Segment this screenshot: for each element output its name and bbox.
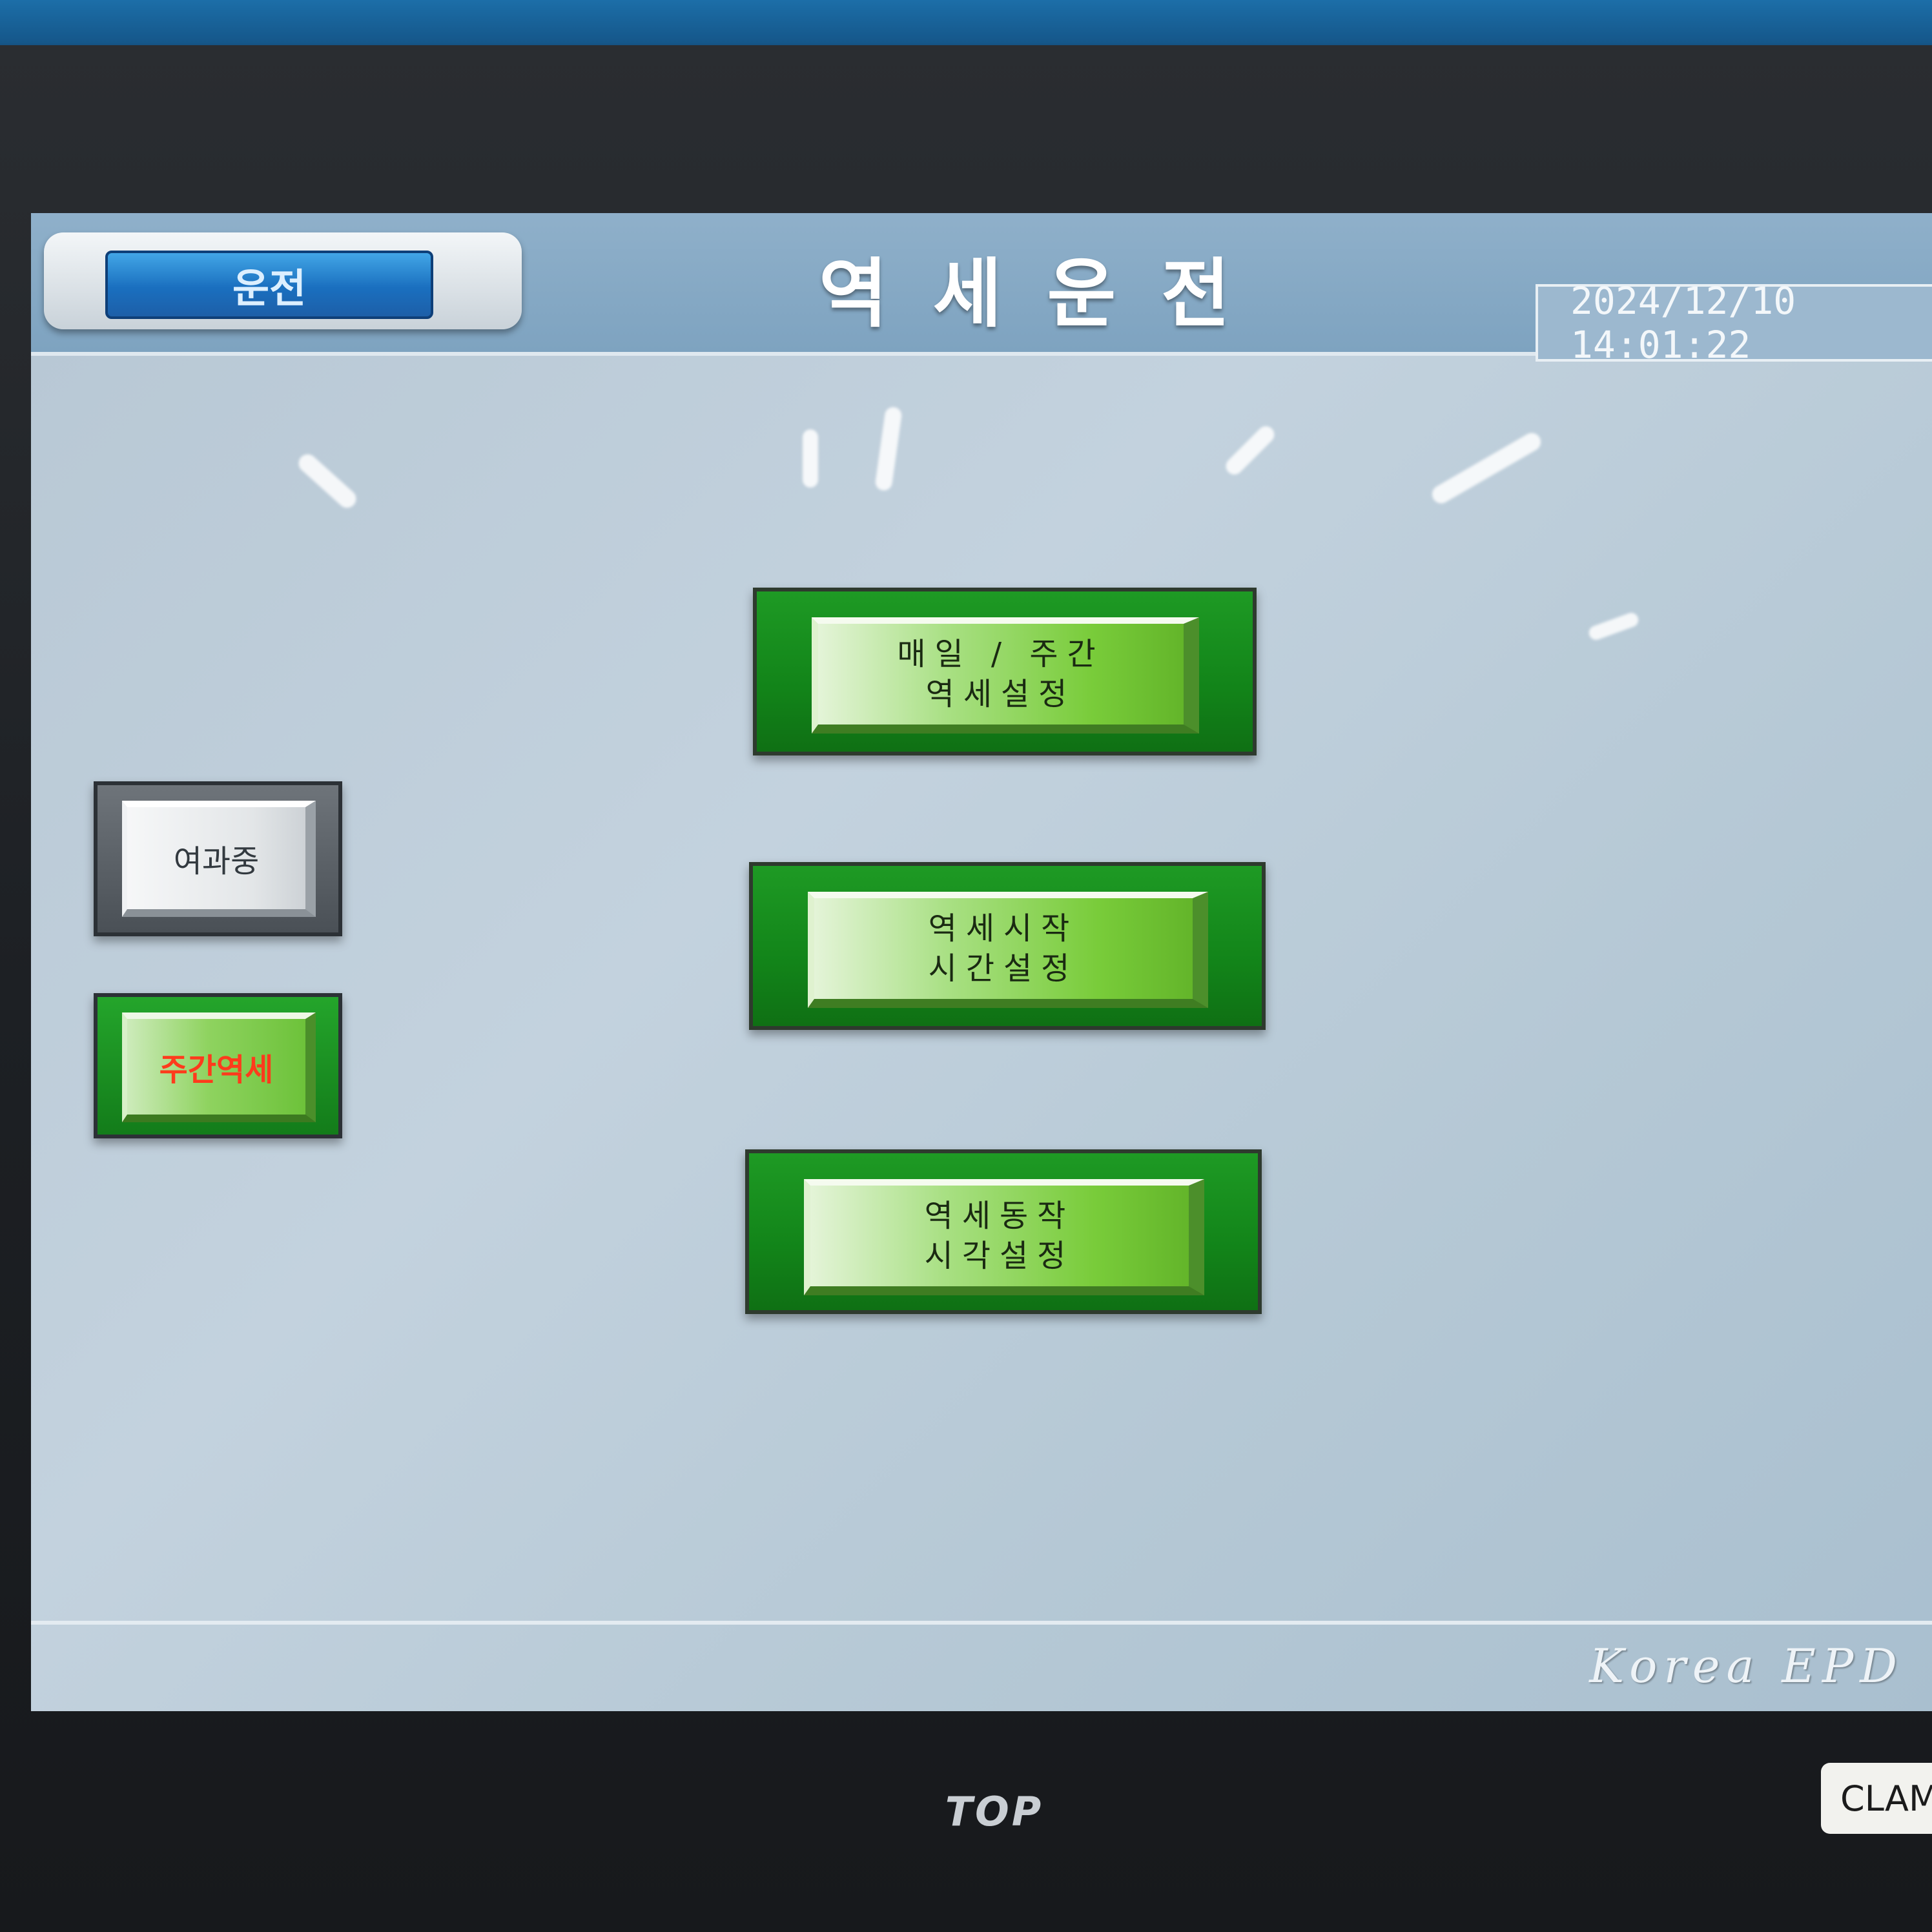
backwash-action-time-setting-face: 역세동작 시각설정 xyxy=(804,1179,1204,1295)
mode-button-frame: 운전 xyxy=(44,232,522,329)
monitor-brand-logo: TOP xyxy=(945,1787,1044,1835)
button-label-line1: 역세동작 xyxy=(924,1198,1075,1234)
datetime-display: 2024/12/10 14:01:22 xyxy=(1536,279,1932,367)
glare-reflection xyxy=(803,429,818,488)
backwash-start-time-setting-button[interactable]: 역세시작 시간설정 xyxy=(749,862,1266,1030)
button-label-line2: 시간설정 xyxy=(928,951,1079,987)
glare-reflection xyxy=(294,450,360,512)
glare-reflection xyxy=(1587,610,1641,642)
header-bar: 운전 역세운전 2024/12/10 14:01:22 xyxy=(31,213,1932,367)
daily-weekly-backwash-setting-button[interactable]: 매일 / 주간 역세설정 xyxy=(753,588,1257,755)
daily-weekly-backwash-setting-face: 매일 / 주간 역세설정 xyxy=(812,617,1199,734)
button-label-line1: 매일 / 주간 xyxy=(897,636,1105,672)
hmi-screen: 운전 역세운전 2024/12/10 14:01:22 매일 / 주간 역세설정… xyxy=(31,213,1932,1711)
device-side-label: CLAMI xyxy=(1821,1763,1932,1834)
filtering-status-label: 여과중 xyxy=(122,801,316,917)
button-label-line2: 시각설정 xyxy=(924,1238,1075,1274)
brand-logo-text: Korea EPD xyxy=(1589,1639,1904,1693)
glare-reflection xyxy=(1222,422,1278,478)
filtering-status-button[interactable]: 여과중 xyxy=(94,781,342,936)
weekly-backwash-label: 주간역세 xyxy=(122,1012,316,1122)
glare-reflection xyxy=(1428,429,1545,507)
button-label-line2: 역세설정 xyxy=(925,676,1076,712)
backwash-start-time-setting-face: 역세시작 시간설정 xyxy=(808,892,1208,1008)
footer-divider xyxy=(31,1621,1932,1625)
button-label-line1: 역세시작 xyxy=(928,910,1079,947)
backwash-action-time-setting-button[interactable]: 역세동작 시각설정 xyxy=(745,1149,1262,1314)
weekly-backwash-button[interactable]: 주간역세 xyxy=(94,993,342,1138)
glare-reflection xyxy=(874,406,903,492)
mode-button[interactable]: 운전 xyxy=(105,251,433,319)
page-title: 역세운전 xyxy=(819,251,1275,338)
